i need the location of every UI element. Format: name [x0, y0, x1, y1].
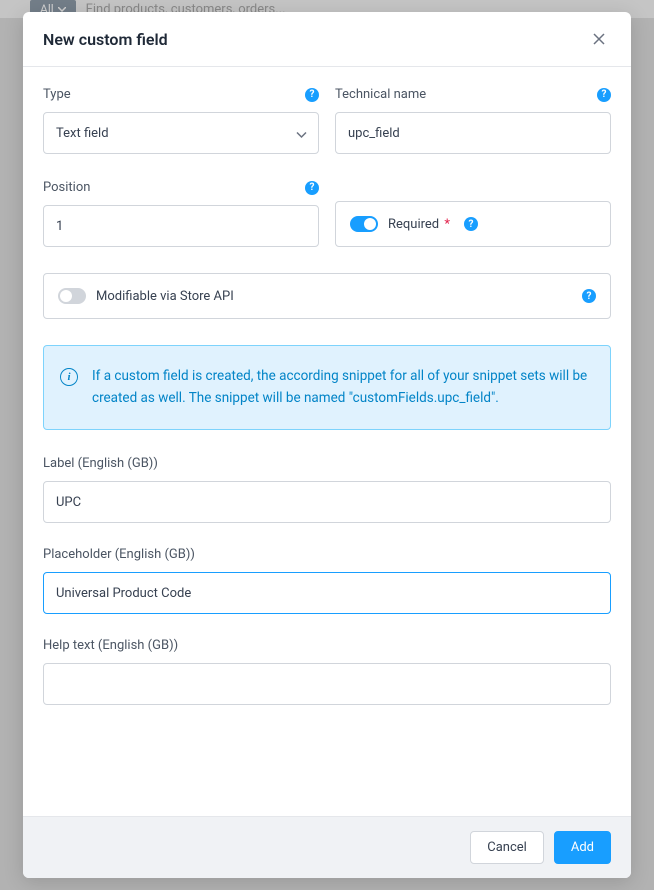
help-icon[interactable]: ? — [582, 289, 596, 303]
required-label: Required * — [388, 217, 450, 232]
modifiable-toggle[interactable] — [58, 288, 86, 304]
add-button[interactable]: Add — [554, 831, 611, 864]
position-label: Position — [43, 180, 90, 195]
placeholder-en-label: Placeholder (English (GB)) — [43, 547, 611, 562]
info-icon: i — [60, 368, 78, 386]
cancel-button[interactable]: Cancel — [470, 831, 544, 864]
placeholder-en-input[interactable] — [43, 572, 611, 614]
help-icon[interactable]: ? — [305, 181, 319, 195]
required-toggle-box: Required * ? — [335, 201, 611, 247]
modal-footer: Cancel Add — [23, 816, 631, 878]
close-icon — [593, 33, 605, 45]
type-label: Type — [43, 87, 71, 102]
label-en-label: Label (English (GB)) — [43, 456, 611, 471]
help-icon[interactable]: ? — [464, 217, 478, 231]
modal-title: New custom field — [43, 30, 168, 49]
type-select[interactable]: Text field — [43, 112, 319, 154]
info-box: i If a custom field is created, the acco… — [43, 345, 611, 430]
close-button[interactable] — [587, 28, 611, 50]
technical-name-input[interactable] — [335, 112, 611, 154]
help-text-en-label: Help text (English (GB)) — [43, 638, 611, 653]
new-custom-field-modal: New custom field Type ? Text field — [23, 12, 631, 878]
info-text: If a custom field is created, the accord… — [92, 366, 594, 409]
modal-body: Type ? Text field Technical name ? — [23, 67, 631, 816]
required-toggle[interactable] — [350, 216, 378, 232]
modifiable-label: Modifiable via Store API — [96, 289, 234, 304]
technical-name-label: Technical name — [335, 87, 426, 102]
modifiable-toggle-box: Modifiable via Store API ? — [43, 273, 611, 319]
help-text-en-input[interactable] — [43, 663, 611, 705]
help-icon[interactable]: ? — [597, 88, 611, 102]
position-input[interactable] — [43, 205, 319, 247]
modal-header: New custom field — [23, 12, 631, 67]
label-en-input[interactable] — [43, 481, 611, 523]
help-icon[interactable]: ? — [305, 88, 319, 102]
